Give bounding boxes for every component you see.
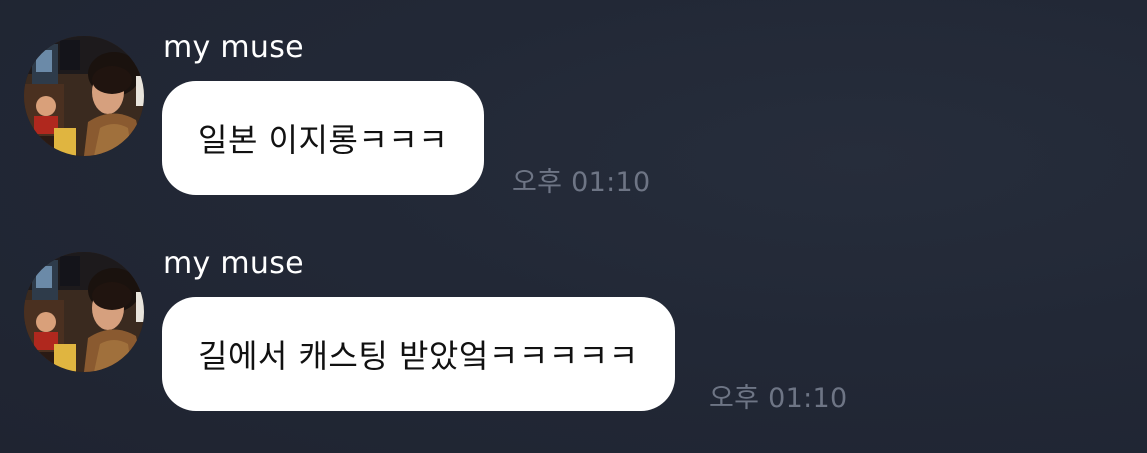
profile-photo-icon (24, 252, 144, 372)
profile-photo-icon (24, 36, 144, 156)
message-bubble[interactable]: 길에서 캐스팅 받았엌ㅋㅋㅋㅋㅋ (162, 297, 675, 411)
message-timestamp: 오후 01:10 (709, 383, 848, 414)
message-text: 일본 이지롱ㅋㅋㅋ (198, 121, 449, 159)
message-timestamp: 오후 01:10 (512, 167, 651, 198)
sender-name: my muse (163, 30, 304, 65)
avatar[interactable] (24, 36, 144, 156)
chat-message: my muse 일본 이지롱ㅋㅋㅋ 오후 01:10 (0, 30, 1147, 236)
message-bubble[interactable]: 일본 이지롱ㅋㅋㅋ (162, 81, 485, 195)
message-text: 길에서 캐스팅 받았엌ㅋㅋㅋㅋㅋ (198, 337, 639, 375)
avatar[interactable] (24, 252, 144, 372)
sender-name: my muse (163, 246, 304, 281)
chat-message: my muse 길에서 캐스팅 받았엌ㅋㅋㅋㅋㅋ 오후 01:10 (0, 246, 1147, 452)
